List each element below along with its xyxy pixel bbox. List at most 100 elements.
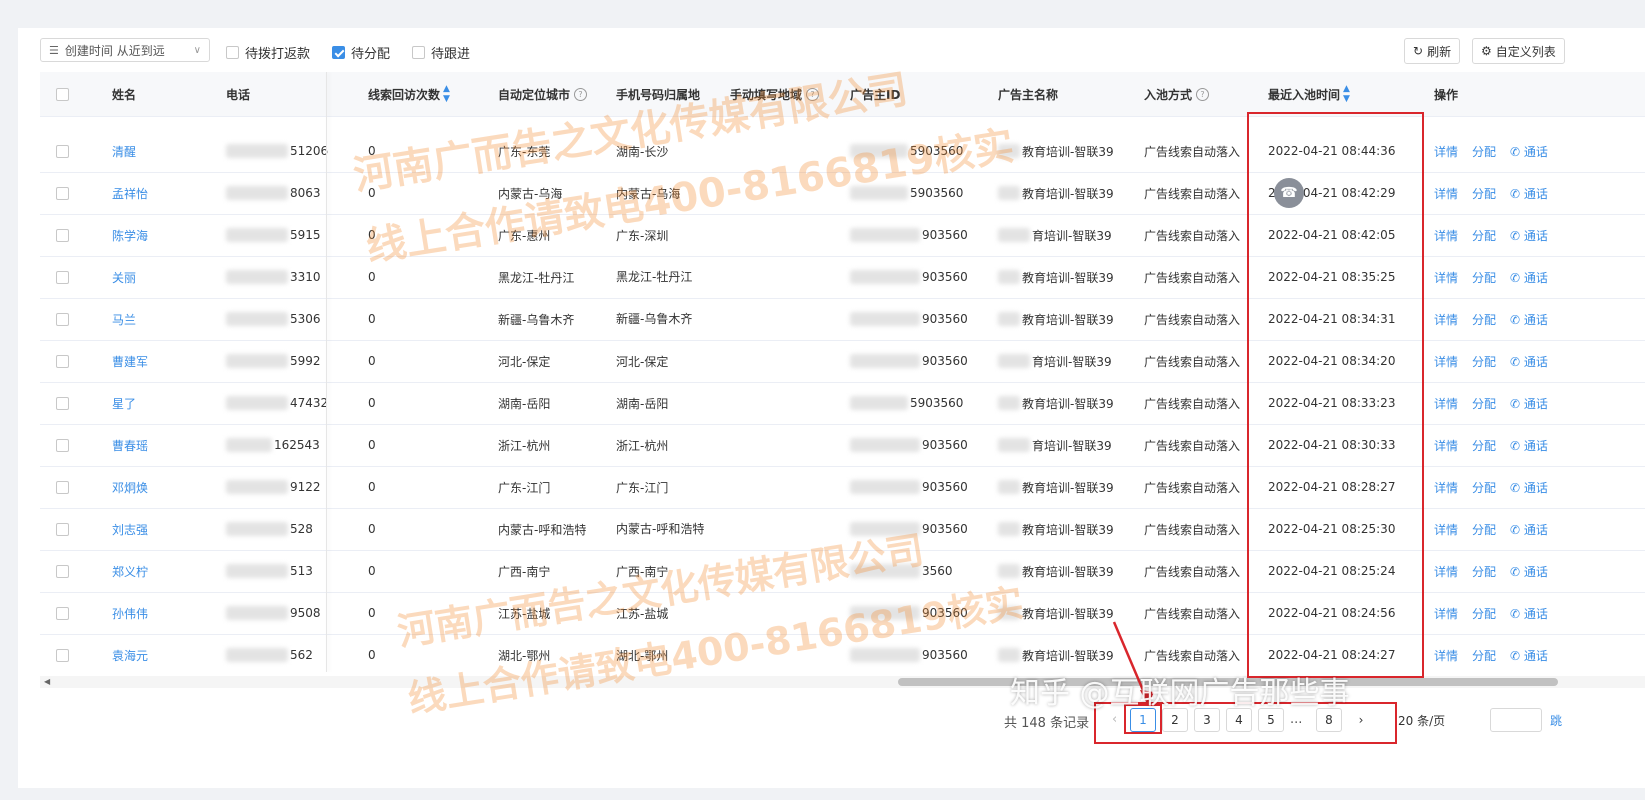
detail-link[interactable]: 详情 <box>1434 227 1458 244</box>
checkbox[interactable] <box>56 270 69 284</box>
phone-float-icon[interactable]: ☎ <box>1274 178 1304 208</box>
lead-name-link[interactable]: 陈学海 <box>112 214 148 256</box>
sort-select[interactable]: ☰ 创建时间 从近到远 ∨ <box>40 38 210 62</box>
col-visits[interactable]: 线索回访次数 ▲ ▼ <box>368 72 450 116</box>
filter-pending-assign[interactable]: 待分配 <box>332 43 390 62</box>
call-link[interactable]: ✆ 通话 <box>1510 563 1548 580</box>
checkbox[interactable] <box>56 564 69 578</box>
page-size-select[interactable]: 20 条/页 <box>1398 712 1445 729</box>
row-select[interactable] <box>56 214 69 256</box>
call-link[interactable]: ✆ 通话 <box>1510 185 1548 202</box>
checkbox[interactable] <box>56 648 69 662</box>
detail-link[interactable]: 详情 <box>1434 185 1458 202</box>
assign-link[interactable]: 分配 <box>1472 647 1496 664</box>
assign-link[interactable]: 分配 <box>1472 269 1496 286</box>
assign-link[interactable]: 分配 <box>1472 563 1496 580</box>
assign-link[interactable]: 分配 <box>1472 395 1496 412</box>
detail-link[interactable]: 详情 <box>1434 395 1458 412</box>
lead-name-link[interactable]: 关丽 <box>112 256 136 298</box>
detail-link[interactable]: 详情 <box>1434 353 1458 370</box>
detail-link[interactable]: 详情 <box>1434 437 1458 454</box>
row-select[interactable] <box>56 592 69 634</box>
detail-link[interactable]: 详情 <box>1434 521 1458 538</box>
assign-link[interactable]: 分配 <box>1472 437 1496 454</box>
help-icon[interactable]: ? <box>806 87 820 101</box>
assign-link[interactable]: 分配 <box>1472 353 1496 370</box>
row-select[interactable] <box>56 508 69 550</box>
checkbox[interactable] <box>56 87 69 101</box>
row-select[interactable] <box>56 550 69 592</box>
detail-link[interactable]: 详情 <box>1434 143 1458 160</box>
lead-name-link[interactable]: 邓炯焕 <box>112 466 148 508</box>
call-link[interactable]: ✆ 通话 <box>1510 479 1548 496</box>
call-link[interactable]: ✆ 通话 <box>1510 227 1548 244</box>
row-select[interactable] <box>56 340 69 382</box>
detail-link[interactable]: 详情 <box>1434 647 1458 664</box>
call-link[interactable]: ✆ 通话 <box>1510 647 1548 664</box>
page-1[interactable]: 1 <box>1130 708 1156 732</box>
jump-input[interactable] <box>1490 708 1542 732</box>
detail-link[interactable]: 详情 <box>1434 479 1458 496</box>
row-select[interactable] <box>56 172 69 214</box>
page-2[interactable]: 2 <box>1162 708 1188 732</box>
call-link[interactable]: ✆ 通话 <box>1510 521 1548 538</box>
row-select[interactable] <box>56 634 69 672</box>
detail-link[interactable]: 详情 <box>1434 269 1458 286</box>
row-select[interactable] <box>56 130 69 172</box>
page-last[interactable]: 8 <box>1316 708 1342 732</box>
row-select[interactable] <box>56 298 69 340</box>
checkbox[interactable] <box>56 144 69 158</box>
call-link[interactable]: ✆ 通话 <box>1510 353 1548 370</box>
sort-icon[interactable]: ▲ ▼ <box>443 84 450 104</box>
lead-name-link[interactable]: 星了 <box>112 382 136 424</box>
lead-name-link[interactable]: 袁海元 <box>112 634 148 672</box>
checkbox-checked[interactable] <box>332 46 345 59</box>
lead-name-link[interactable]: 孙伟伟 <box>112 592 148 634</box>
detail-link[interactable]: 详情 <box>1434 605 1458 622</box>
detail-link[interactable]: 详情 <box>1434 311 1458 328</box>
call-link[interactable]: ✆ 通话 <box>1510 395 1548 412</box>
lead-name-link[interactable]: 刘志强 <box>112 508 148 550</box>
checkbox[interactable] <box>56 438 69 452</box>
checkbox[interactable] <box>226 46 239 59</box>
lead-name-link[interactable]: 清醒 <box>112 130 136 172</box>
refresh-button[interactable]: ↻ 刷新 <box>1404 38 1461 64</box>
filter-pending-call[interactable]: 待拨打返款 <box>226 43 310 62</box>
sort-icon[interactable]: ▲ ▼ <box>1343 84 1350 104</box>
assign-link[interactable]: 分配 <box>1472 185 1496 202</box>
assign-link[interactable]: 分配 <box>1472 521 1496 538</box>
row-select[interactable] <box>56 424 69 466</box>
call-link[interactable]: ✆ 通话 <box>1510 605 1548 622</box>
checkbox[interactable] <box>56 186 69 200</box>
call-link[interactable]: ✆ 通话 <box>1510 437 1548 454</box>
assign-link[interactable]: 分配 <box>1472 605 1496 622</box>
page-4[interactable]: 4 <box>1226 708 1252 732</box>
checkbox[interactable] <box>56 312 69 326</box>
horizontal-scrollbar[interactable]: ◀ <box>40 676 1645 688</box>
checkbox[interactable] <box>56 522 69 536</box>
lead-name-link[interactable]: 马兰 <box>112 298 136 340</box>
call-link[interactable]: ✆ 通话 <box>1510 311 1548 328</box>
scrollbar-thumb[interactable] <box>898 678 1558 686</box>
filter-pending-follow[interactable]: 待跟进 <box>412 43 470 62</box>
detail-link[interactable]: 详情 <box>1434 563 1458 580</box>
customize-columns-button[interactable]: ⚙ 自定义列表 <box>1472 38 1565 64</box>
assign-link[interactable]: 分配 <box>1472 311 1496 328</box>
prev-page-icon[interactable]: ‹ <box>1112 712 1117 727</box>
lead-name-link[interactable]: 曹建军 <box>112 340 148 382</box>
select-all[interactable] <box>56 72 69 116</box>
checkbox[interactable] <box>412 46 425 59</box>
checkbox[interactable] <box>56 354 69 368</box>
call-link[interactable]: ✆ 通话 <box>1510 269 1548 286</box>
assign-link[interactable]: 分配 <box>1472 143 1496 160</box>
lead-name-link[interactable]: 孟祥怡 <box>112 172 148 214</box>
col-recent-time[interactable]: 最近入池时间 ▲ ▼ <box>1268 72 1350 116</box>
help-icon[interactable]: ? <box>574 87 588 101</box>
call-link[interactable]: ✆ 通话 <box>1510 143 1548 160</box>
row-select[interactable] <box>56 256 69 298</box>
assign-link[interactable]: 分配 <box>1472 227 1496 244</box>
assign-link[interactable]: 分配 <box>1472 479 1496 496</box>
row-select[interactable] <box>56 466 69 508</box>
checkbox[interactable] <box>56 606 69 620</box>
scroll-left-icon[interactable]: ◀ <box>44 676 50 688</box>
